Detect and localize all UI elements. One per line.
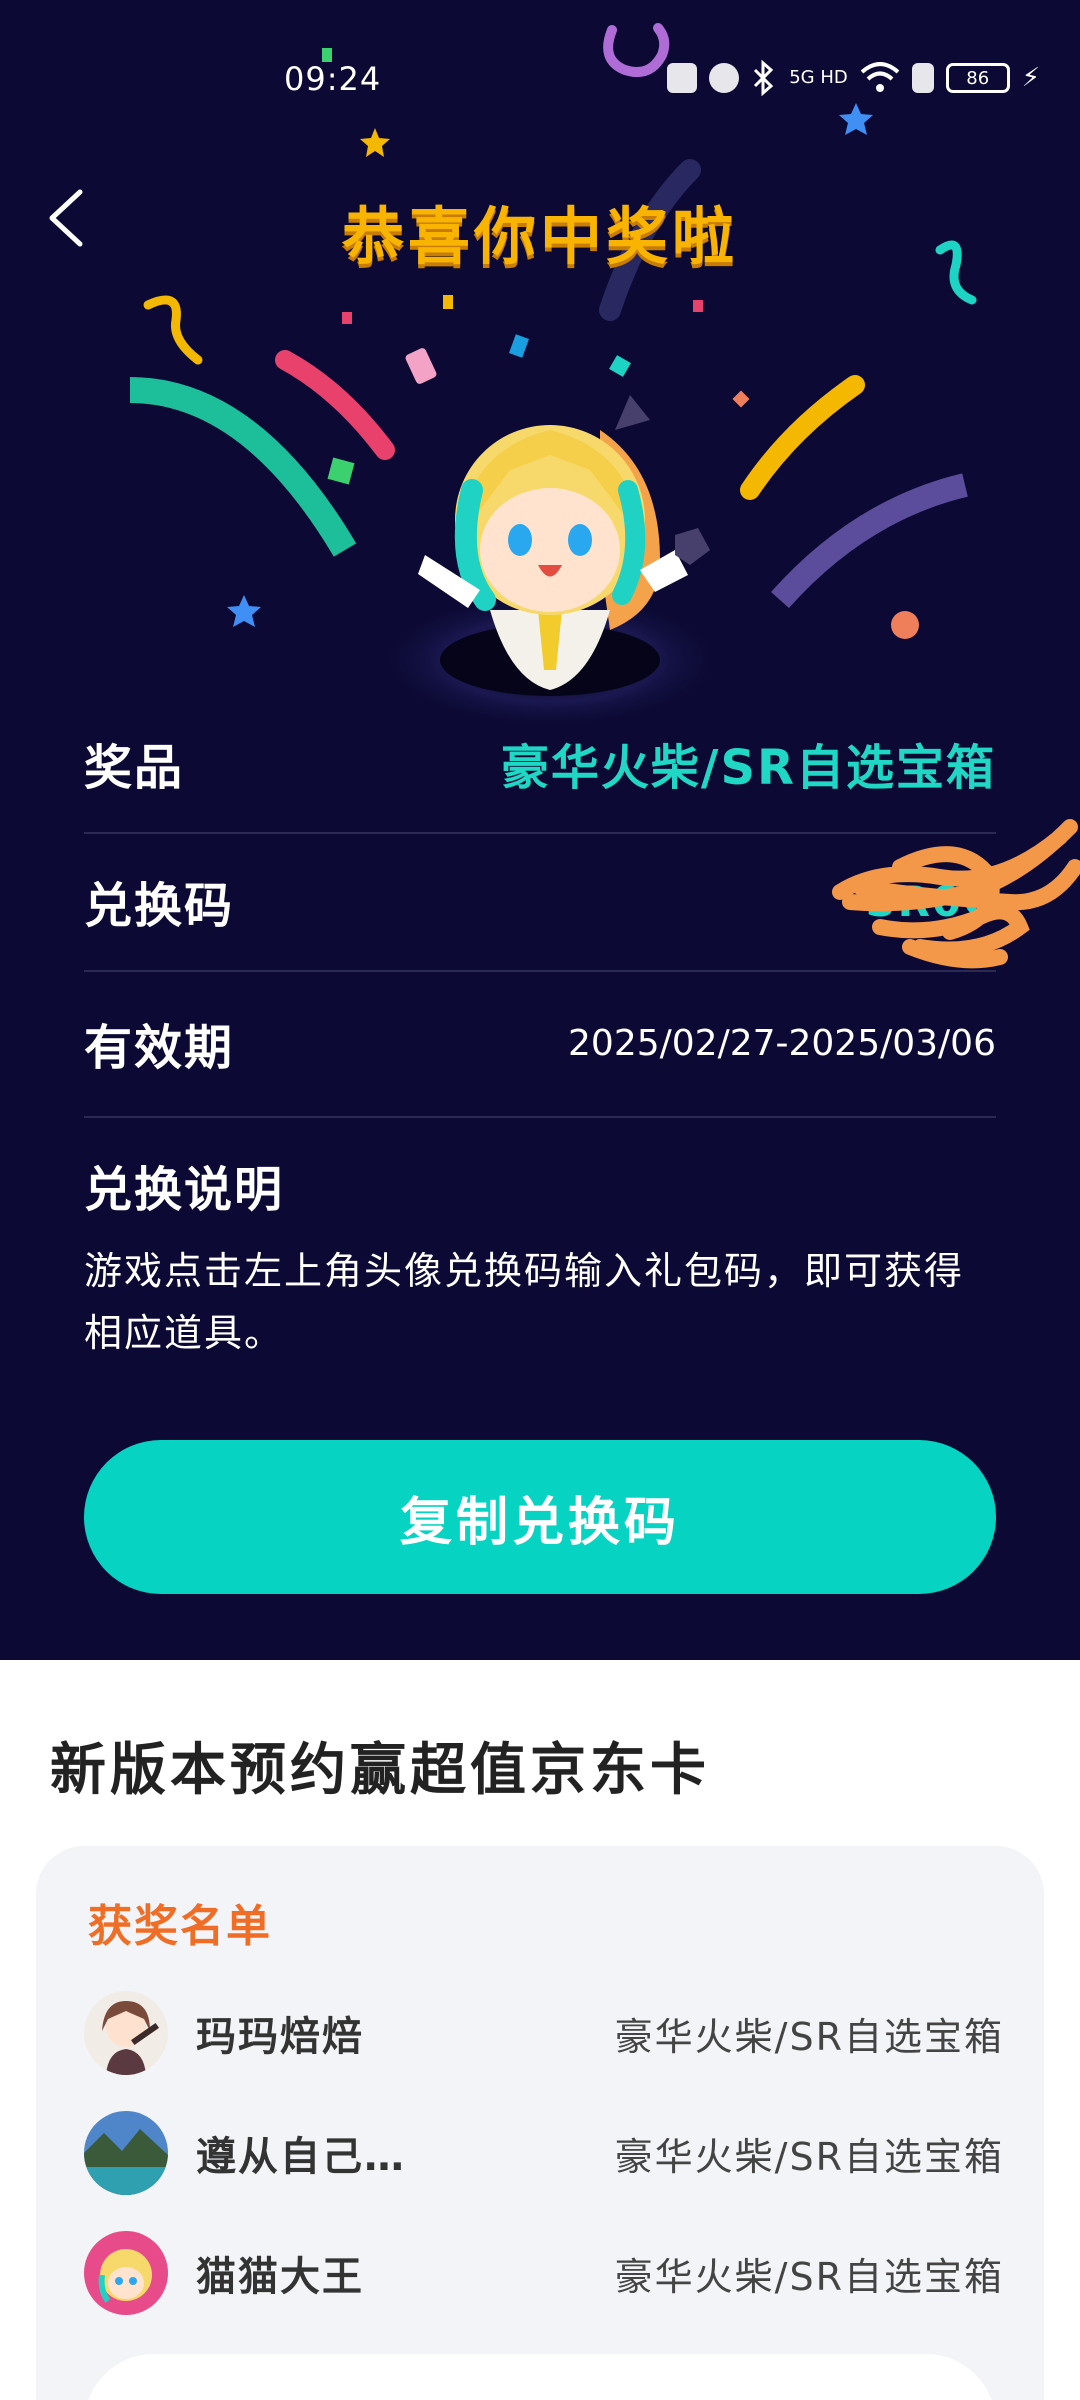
- code-value-wrap: SR0C: [832, 818, 1080, 968]
- winner-name: 玛玛焙焙: [196, 2014, 364, 2060]
- winner-prize: 豪华火柴/SR自选宝箱: [614, 2254, 1004, 2299]
- validity-value: 2025/02/27-2025/03/06: [568, 1022, 996, 1064]
- validity-label: 有效期: [84, 1020, 235, 1076]
- winner-row: 猫猫大王 豪华火柴/SR自选宝箱: [84, 2228, 1004, 2318]
- page-title: 恭喜你中奖啦: [341, 200, 738, 273]
- view-more-button[interactable]: [84, 2354, 996, 2400]
- winner-prize: 豪华火柴/SR自选宝箱: [614, 2134, 1004, 2179]
- prize-label: 奖品: [84, 740, 185, 796]
- winner-avatar: [84, 2231, 168, 2315]
- anime-girl-avatar-icon: [84, 1991, 168, 2075]
- mascot-illustration: [375, 395, 725, 730]
- promo-title: 新版本预约赢超值京东卡: [50, 1738, 710, 1803]
- winner-avatar: [84, 2111, 168, 2195]
- instructions-title: 兑换说明: [84, 1162, 285, 1218]
- instructions-text: 游戏点击左上角头像兑换码输入礼包码，即可获得相应道具。: [84, 1249, 965, 1355]
- copy-code-button[interactable]: 复制兑换码: [84, 1440, 996, 1594]
- reward-hero: 09:24 5G HD 86 ⚡ 恭喜你中奖啦 奖品 豪华火柴/SR自选宝箱 兑…: [0, 0, 1080, 1660]
- winner-name: 遵从自己…: [196, 2134, 406, 2180]
- winner-name: 猫猫大王: [196, 2254, 364, 2300]
- landscape-avatar-icon: [84, 2111, 168, 2195]
- winners-title: 获奖名单: [88, 1901, 272, 1952]
- code-label: 兑换码: [84, 878, 235, 934]
- winner-avatar: [84, 1991, 168, 2075]
- redaction-scribble: [832, 818, 1080, 968]
- winner-row: 玛玛焙焙 豪华火柴/SR自选宝箱: [84, 1988, 1004, 2078]
- validity-row: 有效期 2025/02/27-2025/03/06: [84, 970, 996, 1118]
- prize-value: 豪华火柴/SR自选宝箱: [500, 740, 996, 796]
- winner-row: 遵从自己… 豪华火柴/SR自选宝箱: [84, 2108, 1004, 2198]
- winner-prize: 豪华火柴/SR自选宝箱: [614, 2014, 1004, 2059]
- mascot-avatar-icon: [84, 2231, 168, 2315]
- code-row: 兑换码 SR0C: [84, 818, 1080, 972]
- winners-card: 获奖名单 玛玛焙焙 豪华火柴/SR自选宝箱 遵从自己… 豪华火柴/SR自选宝箱: [36, 1846, 1044, 2400]
